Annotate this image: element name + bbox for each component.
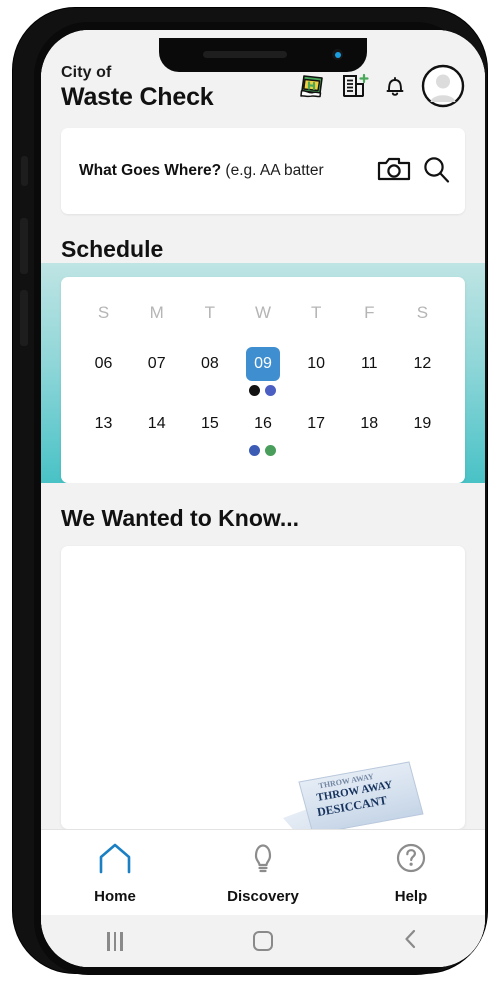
calendar-day-cell[interactable]: 09 [236,341,289,397]
nav-label-help: Help [394,887,428,905]
page-title: Waste Check [61,82,214,111]
collection-dot [265,385,277,396]
lightbulb-icon [243,841,283,880]
calendar-day-dots [249,385,277,396]
search-actions [377,154,451,189]
nav-item-help[interactable]: Help [337,841,485,905]
weekday-label: W [254,303,272,322]
calendar-day-dots [249,445,277,456]
calendar-day-cell[interactable]: 15 [183,401,236,457]
desiccant-packet-image: THROW AWAY THROW AWAY DESICCANT [277,744,427,829]
weekday-label: M [149,303,164,322]
calendar-card[interactable]: S M T W T F S 06 07 08 09 10 11 12 13 14 15 16 17 1… [61,277,465,483]
android-back-button[interactable] [401,928,421,955]
weekday-label: T [204,303,216,322]
android-recents-button[interactable] [107,931,123,951]
camera-icon[interactable] [377,154,411,189]
search-icon[interactable] [421,154,451,189]
front-camera-icon [332,49,343,60]
calendar-day-cell[interactable]: 06 [77,341,130,397]
phone-frame: City of Waste Check What Goes Where? (e.… [13,8,487,975]
calendar-section: S M T W T F S 06 07 08 09 10 11 12 13 14 15 16 17 1… [41,277,485,483]
nav-item-home[interactable]: Home [41,841,189,905]
phone-volume-up-button[interactable] [20,218,28,274]
schedule-heading: Schedule [61,236,164,262]
calendar-day[interactable]: 06 [87,347,121,381]
calendar-day-selected[interactable]: 09 [245,347,280,381]
calendar-week-row: 06 07 08 09 10 11 12 [77,341,449,397]
phone-screen: City of Waste Check What Goes Where? (e.… [41,30,485,967]
calendar-day-cell[interactable]: 07 [130,341,183,397]
weekday-label: F [364,303,375,322]
calendar-day-cell[interactable]: 16 [236,401,289,457]
calendar-day[interactable]: 12 [405,347,439,381]
calendar-day[interactable]: 15 [193,407,227,441]
collection-dot [249,445,261,456]
calendar-day[interactable]: 13 [87,407,121,441]
bell-icon[interactable] [381,72,409,100]
search-input[interactable]: What Goes Where? (e.g. AA batter [79,162,369,180]
add-building-icon[interactable] [339,71,369,101]
we-wanted-to-know-heading: We Wanted to Know... [41,483,485,546]
android-system-bar [41,915,485,967]
calendar-day-cell[interactable]: 12 [396,341,449,397]
calendar-day[interactable]: 10 [299,347,333,381]
calendar-day[interactable]: 18 [352,407,386,441]
app-root: City of Waste Check What Goes Where? (e.… [41,30,485,967]
calendar-day[interactable]: 19 [405,407,439,441]
search-bar[interactable]: What Goes Where? (e.g. AA batter [61,128,465,214]
weekday-label: S [416,303,429,322]
screenshot-stage: City of Waste Check What Goes Where? (e.… [0,0,500,985]
calendar-week-row: 13 14 15 16 17 18 19 [77,401,449,457]
calendar-day-cell[interactable]: 10 [290,341,343,397]
search-prompt-label: What Goes Where? [79,162,222,179]
calendar-day[interactable]: 16 [246,407,280,441]
we-wanted-to-know-section: THROW AWAY THROW AWAY DESICCANT [41,546,485,829]
phone-silent-switch[interactable] [21,156,28,186]
collection-dot [265,445,277,456]
collection-dot [249,385,261,396]
bottom-navigation: Home Discovery Help [41,829,485,915]
question-circle-icon [391,841,431,880]
calendar-day[interactable]: 11 [352,347,386,381]
nav-item-discovery[interactable]: Discovery [189,841,337,905]
recycle-badge-icon[interactable] [297,71,327,101]
calendar-day-cell[interactable]: 17 [290,401,343,457]
android-home-button[interactable] [253,931,273,951]
calendar-day-cell[interactable]: 18 [343,401,396,457]
calendar-day[interactable]: 17 [299,407,333,441]
calendar-day-cell[interactable]: 13 [77,401,130,457]
calendar-day-cell[interactable]: 14 [130,401,183,457]
calendar-day[interactable]: 14 [140,407,174,441]
calendar-day-cell[interactable]: 11 [343,341,396,397]
article-card[interactable]: THROW AWAY THROW AWAY DESICCANT [61,546,465,829]
avatar[interactable] [421,64,465,108]
weekday-label: T [310,303,322,322]
calendar-day-cell[interactable]: 19 [396,401,449,457]
phone-notch [159,38,367,72]
phone-volume-down-button[interactable] [20,290,28,346]
weekday-label: S [97,303,110,322]
calendar-day[interactable]: 07 [140,347,174,381]
calendar-day[interactable]: 08 [193,347,227,381]
nav-label-discovery: Discovery [227,887,299,905]
calendar-day-cell[interactable]: 08 [183,341,236,397]
home-icon [95,841,135,880]
search-section: What Goes Where? (e.g. AA batter [41,122,485,214]
nav-label-home: Home [94,887,136,905]
calendar-weekday-header: S M T W T F S [77,303,449,323]
search-placeholder: (e.g. AA batter [221,162,324,179]
